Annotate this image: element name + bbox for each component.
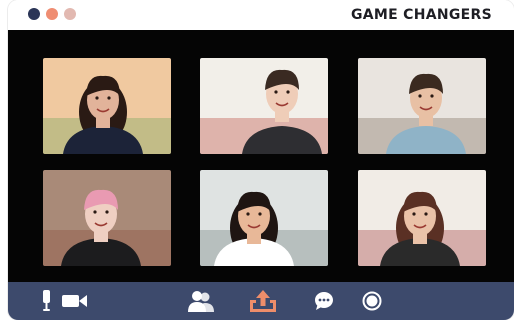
participants-button[interactable] <box>188 290 214 312</box>
share-screen-button[interactable] <box>250 290 276 312</box>
participant-3-video-tile[interactable] <box>358 58 486 154</box>
participant-video <box>43 58 171 154</box>
participant-4-video-tile[interactable] <box>43 170 171 266</box>
participant-1-video-tile[interactable] <box>43 58 171 154</box>
participant-video <box>43 170 171 266</box>
video-camera-button[interactable] <box>62 290 88 312</box>
call-toolbar <box>8 282 514 320</box>
video-camera-icon <box>62 295 87 307</box>
microphone-icon <box>43 290 50 311</box>
video-grid <box>8 30 514 282</box>
window-dot-maximize[interactable] <box>64 8 76 20</box>
participant-video <box>358 58 486 154</box>
participant-video <box>200 170 328 266</box>
participant-video <box>358 170 486 266</box>
microphone-button[interactable] <box>40 290 54 312</box>
chat-button[interactable] <box>314 290 334 312</box>
window-dot-minimize[interactable] <box>46 8 58 20</box>
window-dot-close[interactable] <box>28 8 40 20</box>
video-call-window: GAME CHANGERS <box>8 0 514 320</box>
chat-icon <box>315 292 333 310</box>
participant-6-video-tile[interactable] <box>358 170 486 266</box>
share-screen-icon <box>250 290 276 312</box>
participant-2-video-tile[interactable] <box>200 58 328 154</box>
participant-5-video-tile[interactable] <box>200 170 328 266</box>
participants-icon <box>188 291 214 312</box>
window-title: GAME CHANGERS <box>350 7 492 23</box>
participant-video <box>200 58 328 154</box>
record-icon <box>362 291 382 311</box>
title-bar: GAME CHANGERS <box>8 0 514 30</box>
record-button[interactable] <box>362 290 382 312</box>
